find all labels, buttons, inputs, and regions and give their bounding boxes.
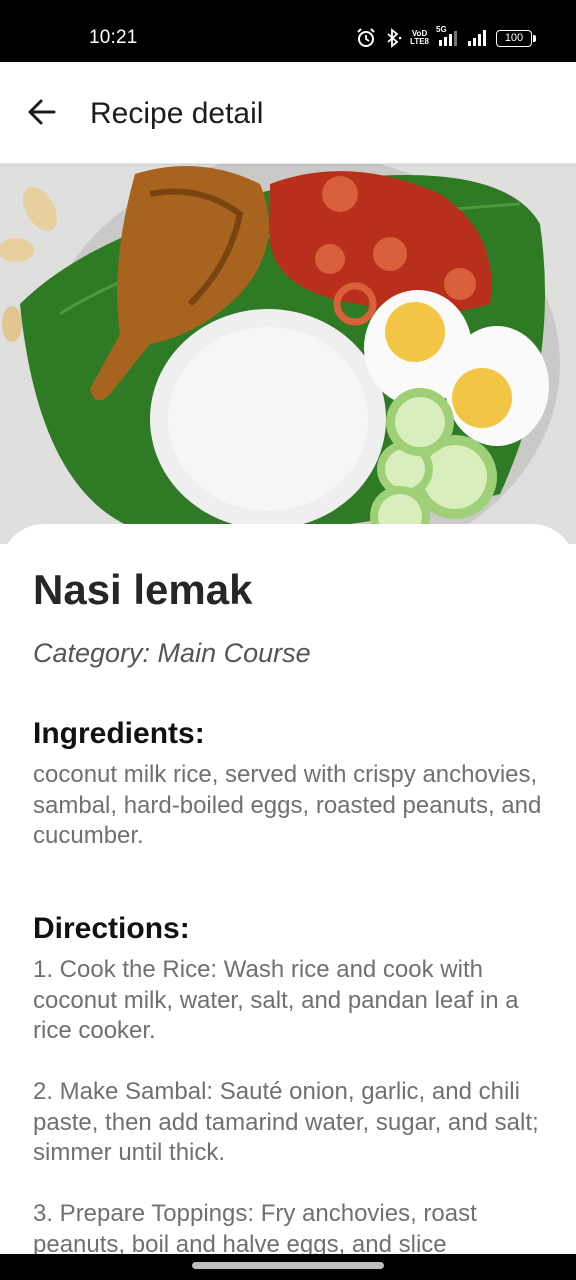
system-navigation-bar bbox=[0, 1254, 576, 1280]
status-time: 10:21 bbox=[89, 27, 138, 48]
recipe-name: Nasi lemak bbox=[33, 566, 253, 613]
home-gesture-handle[interactable] bbox=[192, 1262, 384, 1269]
screen: 10:21 VoD LTE8 5G 100 Recipe detail Nasi… bbox=[0, 0, 576, 1280]
directions-step: 1. Cook the Rice: Wash rice and cook wit… bbox=[33, 956, 519, 1044]
page-title: Recipe detail bbox=[90, 97, 264, 130]
signal-5g-icon: 5G bbox=[436, 25, 460, 48]
recipe-photo-illustration bbox=[0, 164, 576, 544]
directions-step: 3. Prepare Toppings: Fry anchovies, roas… bbox=[33, 1200, 477, 1258]
signal-icon bbox=[467, 28, 489, 48]
status-bar: 10:21 VoD LTE8 5G 100 bbox=[0, 0, 576, 62]
recipe-category: Category: Main Course bbox=[33, 638, 311, 668]
ingredients-text: coconut milk rice, served with crispy an… bbox=[33, 761, 542, 849]
ingredients-heading: Ingredients: bbox=[33, 717, 205, 750]
arrow-left-icon bbox=[28, 99, 56, 125]
back-button[interactable] bbox=[26, 96, 58, 128]
volte-label-bottom: LTE8 bbox=[410, 37, 429, 46]
directions-step: 2. Make Sambal: Sauté onion, garlic, and… bbox=[33, 1078, 539, 1166]
status-icons: VoD LTE8 5G 100 bbox=[356, 25, 536, 50]
alarm-icon bbox=[356, 28, 376, 48]
volte-icon: VoD LTE8 bbox=[410, 30, 429, 46]
recipe-image bbox=[0, 164, 576, 544]
battery-level: 100 bbox=[504, 32, 524, 44]
recipe-detail-card: Nasi lemak Category: Main Course Ingredi… bbox=[0, 524, 576, 1280]
battery-icon: 100 bbox=[496, 29, 536, 47]
app-bar: Recipe detail bbox=[0, 62, 576, 164]
bluetooth-icon bbox=[383, 28, 403, 48]
network-label: 5G bbox=[436, 25, 447, 34]
directions-heading: Directions: bbox=[33, 912, 190, 945]
